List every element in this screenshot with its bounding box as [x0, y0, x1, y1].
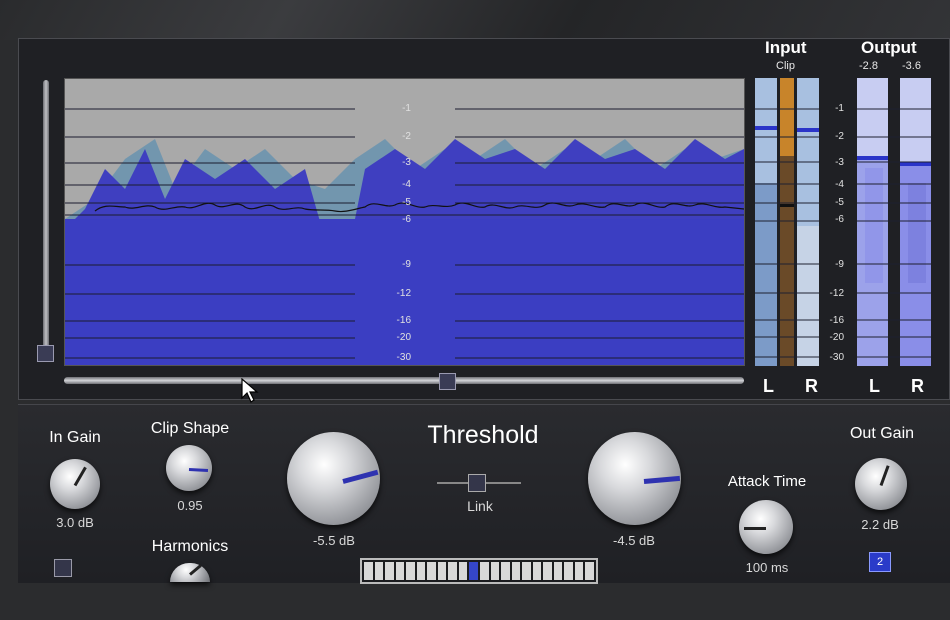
- link-toggle-button[interactable]: [468, 474, 486, 492]
- segment: [490, 562, 500, 580]
- segment: [511, 562, 521, 580]
- meter-scale-label: -1: [835, 103, 844, 114]
- in-gain-knob[interactable]: [50, 459, 100, 509]
- segment: [553, 562, 563, 580]
- background-top: [0, 0, 950, 40]
- meter-scale-label: -20: [829, 332, 844, 343]
- out-gain-value: 2.2 dB: [861, 517, 899, 532]
- clip-shape-knob[interactable]: [166, 445, 212, 491]
- segment: [364, 562, 373, 580]
- waveform-scale-label: -2: [402, 131, 411, 142]
- segment: [437, 562, 447, 580]
- output-meters: [857, 78, 931, 366]
- segment: [427, 562, 436, 580]
- output-right-label: R: [911, 376, 924, 396]
- input-meter-title: Input: [765, 38, 807, 57]
- in-gain-value: 3.0 dB: [56, 515, 94, 530]
- input-right-label: R: [805, 376, 818, 396]
- segment: [522, 562, 531, 580]
- waveform-scale-label: -9: [402, 259, 411, 270]
- segment: [374, 562, 384, 580]
- waveform-scale-label: -1: [402, 103, 411, 114]
- harmonics-label: Harmonics: [151, 538, 229, 555]
- output-meter-title: Output: [861, 38, 917, 57]
- output-left-label: L: [869, 376, 880, 396]
- segment: [458, 562, 468, 580]
- out-gain-knob[interactable]: [855, 458, 907, 510]
- output-left-peak: -2.8: [859, 60, 878, 72]
- mouse-cursor-icon: [241, 378, 259, 403]
- threshold-label: Threshold: [427, 421, 539, 449]
- horizontal-scroll-slider[interactable]: [64, 377, 744, 384]
- threshold-left-knob[interactable]: [287, 432, 380, 525]
- clip-label: Clip: [776, 60, 795, 72]
- vertical-zoom-slider[interactable]: [43, 80, 49, 362]
- meter-scale-label: -2: [835, 131, 844, 142]
- meter-scale-label: -9: [835, 259, 844, 270]
- horizontal-scroll-handle[interactable]: [439, 373, 456, 390]
- meter-scale-label: -30: [829, 352, 844, 363]
- meter-scale-label: -12: [829, 288, 844, 299]
- waveform-scale-label: -5: [402, 197, 411, 208]
- waveform-scale-label: -30: [396, 352, 411, 363]
- meter-scale-label: -4: [835, 179, 844, 190]
- attack-time-knob[interactable]: [739, 500, 793, 554]
- meter-scale-label: -3: [835, 157, 844, 168]
- input-left-label: L: [763, 376, 774, 396]
- in-gain-toggle-button[interactable]: [54, 559, 72, 577]
- waveform-scale-label: -20: [396, 332, 411, 343]
- link-label: Link: [467, 498, 493, 514]
- meter-scale-label: -5: [835, 197, 844, 208]
- waveform-scale-label: -6: [402, 214, 411, 225]
- segment: [395, 562, 405, 580]
- output-right-peak: -3.6: [902, 60, 921, 72]
- attack-time-label: Attack Time: [727, 473, 807, 490]
- segment: [501, 562, 510, 580]
- segment: [406, 562, 415, 580]
- meter-scale-label: -6: [835, 214, 844, 225]
- segment: [585, 562, 595, 580]
- threshold-right-value: -4.5 dB: [613, 533, 655, 548]
- segment: [416, 562, 426, 580]
- out-gain-mode-badge[interactable]: 2: [869, 552, 891, 572]
- gain-reduction-bar: [360, 558, 598, 584]
- waveform-scale-label: -16: [396, 315, 411, 326]
- vertical-zoom-handle[interactable]: [37, 345, 54, 362]
- clip-shape-label: Clip Shape: [150, 420, 230, 437]
- segment: [385, 562, 394, 580]
- input-meters: [755, 78, 819, 366]
- threshold-right-knob[interactable]: [588, 432, 681, 525]
- meter-scale-label: -16: [829, 315, 844, 326]
- clip-shape-value: 0.95: [177, 498, 203, 513]
- segment: [564, 562, 573, 580]
- threshold-left-value: -5.5 dB: [313, 533, 355, 548]
- segment: [574, 562, 584, 580]
- attack-time-value: 100 ms: [745, 560, 789, 575]
- segment: [448, 562, 457, 580]
- in-gain-label: In Gain: [49, 429, 101, 446]
- waveform-scale-label: -4: [402, 179, 411, 190]
- segment: [480, 562, 489, 580]
- out-gain-label: Out Gain: [849, 425, 915, 442]
- waveform-scale-label: -3: [402, 157, 411, 168]
- background-bottom: [0, 582, 950, 620]
- segment-active: [469, 562, 479, 580]
- segment: [532, 562, 542, 580]
- waveform-scale-label: -12: [396, 288, 411, 299]
- segment: [543, 562, 552, 580]
